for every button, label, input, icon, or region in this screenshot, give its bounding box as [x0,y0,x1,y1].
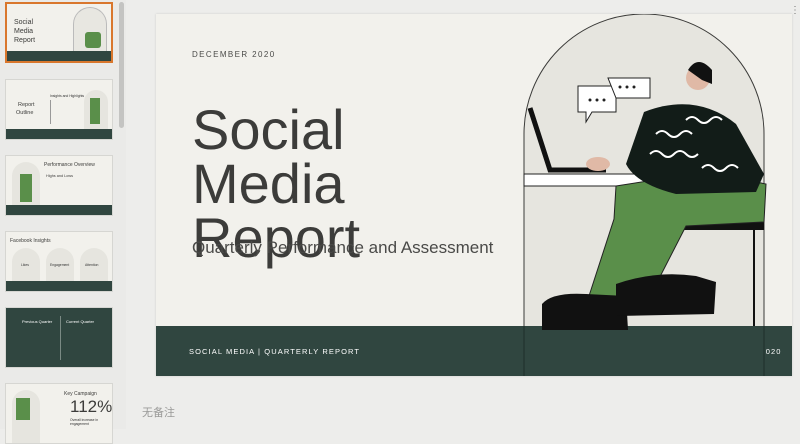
thumb4-heading: Facebook Insights [10,238,51,244]
thumb4-footer [6,281,112,291]
thumb5-left-heading: Previous Quarter [22,319,53,324]
thumb2-side-heading: Insights and Highlights [50,94,85,98]
thumb3-sub: Highs and Lows [46,174,74,178]
slide-thumbnail-3[interactable]: Performance Overview Highs and Lows [5,155,113,216]
slide-date-top[interactable]: DECEMBER 2020 [192,50,276,59]
arch-footer [524,326,764,376]
shoe-right [616,274,716,316]
thumb5-divider [60,316,61,360]
thumbnail-scrollbar[interactable] [119,2,124,128]
thumb1-figure [85,32,101,48]
thumb3-footer [6,205,112,215]
slide-thumbnail-1[interactable]: Social Media Report [5,2,113,63]
thumb2-title-line2: Outline [16,110,34,116]
thumb3-figure [20,174,32,202]
slide-thumbnail-4[interactable]: Facebook Insights Likes Engagement Atten… [5,231,113,292]
thumb6-big-number: 112% [70,397,113,416]
slide-footer-left[interactable]: SOCIAL MEDIA | QUARTERLY REPORT [189,347,360,356]
slide-canvas[interactable]: DECEMBER 2020 Social Media Report Quarte… [156,14,792,376]
thumb1-title-line1: Social [14,19,34,26]
slide-thumbnail-5[interactable]: Previous Quarter Current Quarter [5,307,113,368]
speaker-notes-placeholder[interactable]: 无备注 [142,404,175,420]
thumb2-list [50,100,72,124]
slide-thumbnail-2[interactable]: Report Outline Insights and Highlights [5,79,113,140]
thumb6-figure [16,398,30,420]
shoe-left [542,293,628,330]
side-panel-toggle-icon[interactable]: ⋮ [790,5,800,23]
thumb2-title-line1: Report [18,102,35,108]
illustration-person-at-laptop[interactable] [516,14,792,376]
thumb2-footer [6,129,112,139]
hand [586,157,610,171]
thumb1-footer [7,51,111,61]
thumb5-right-heading: Current Quarter [66,319,95,324]
thumb4-card2: Engagement [46,248,74,282]
slide-title-line-2[interactable]: Media [192,156,345,212]
thumb3-heading: Performance Overview [44,162,95,168]
thumb4-card1: Likes [12,248,40,282]
slide-title-line-1[interactable]: Social [192,102,345,158]
slide-thumbnail-6[interactable]: Key Campaign 112% Overall increase in en… [5,383,113,444]
thumb6-caption: Overall increase in engagement [70,418,99,426]
thumb2-figure [90,98,100,124]
slide-subtitle[interactable]: Quarterly Performance and Assessment [192,238,493,258]
thumb4-card3: Attention [80,248,108,282]
thumb1-title-line3: Report [14,37,36,44]
thumb1-title-line2: Media [14,28,34,35]
slide-thumbnail-pane: Social Media Report Report Outline Insig… [0,0,126,444]
